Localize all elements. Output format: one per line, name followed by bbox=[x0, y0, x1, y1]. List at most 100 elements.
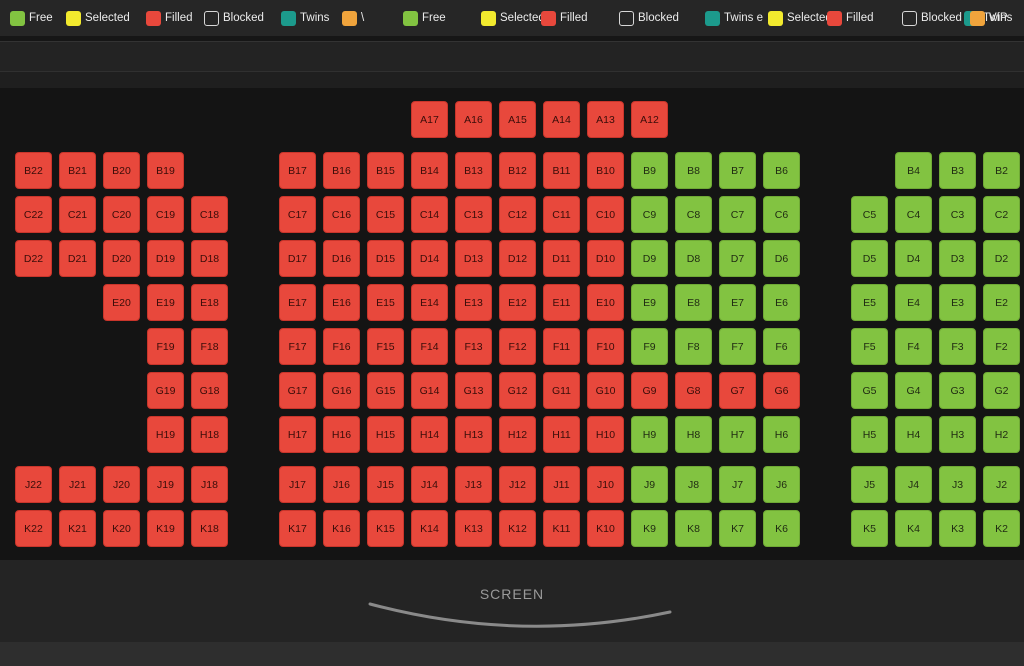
seat-f14[interactable]: F14 bbox=[411, 328, 448, 365]
seat-g9[interactable]: G9 bbox=[631, 372, 668, 409]
seat-b2[interactable]: B2 bbox=[983, 152, 1020, 189]
seat-g6[interactable]: G6 bbox=[763, 372, 800, 409]
seat-j15[interactable]: J15 bbox=[367, 466, 404, 503]
seat-j5[interactable]: J5 bbox=[851, 466, 888, 503]
seat-b19[interactable]: B19 bbox=[147, 152, 184, 189]
seat-g7[interactable]: G7 bbox=[719, 372, 756, 409]
seat-k11[interactable]: K11 bbox=[543, 510, 580, 547]
seat-h5[interactable]: H5 bbox=[851, 416, 888, 453]
seat-h7[interactable]: H7 bbox=[719, 416, 756, 453]
seat-g17[interactable]: G17 bbox=[279, 372, 316, 409]
seat-d6[interactable]: D6 bbox=[763, 240, 800, 277]
seat-b8[interactable]: B8 bbox=[675, 152, 712, 189]
seat-e19[interactable]: E19 bbox=[147, 284, 184, 321]
seat-h10[interactable]: H10 bbox=[587, 416, 624, 453]
seat-h2[interactable]: H2 bbox=[983, 416, 1020, 453]
seat-d5[interactable]: D5 bbox=[851, 240, 888, 277]
seat-h17[interactable]: H17 bbox=[279, 416, 316, 453]
seat-b11[interactable]: B11 bbox=[543, 152, 580, 189]
seat-e18[interactable]: E18 bbox=[191, 284, 228, 321]
seat-k5[interactable]: K5 bbox=[851, 510, 888, 547]
seat-k10[interactable]: K10 bbox=[587, 510, 624, 547]
seat-d9[interactable]: D9 bbox=[631, 240, 668, 277]
seat-c20[interactable]: C20 bbox=[103, 196, 140, 233]
seat-k13[interactable]: K13 bbox=[455, 510, 492, 547]
seat-d21[interactable]: D21 bbox=[59, 240, 96, 277]
seat-h18[interactable]: H18 bbox=[191, 416, 228, 453]
seat-b10[interactable]: B10 bbox=[587, 152, 624, 189]
seat-e10[interactable]: E10 bbox=[587, 284, 624, 321]
seat-f6[interactable]: F6 bbox=[763, 328, 800, 365]
seat-c14[interactable]: C14 bbox=[411, 196, 448, 233]
seat-j14[interactable]: J14 bbox=[411, 466, 448, 503]
seat-f4[interactable]: F4 bbox=[895, 328, 932, 365]
seat-e16[interactable]: E16 bbox=[323, 284, 360, 321]
seat-e13[interactable]: E13 bbox=[455, 284, 492, 321]
seat-h9[interactable]: H9 bbox=[631, 416, 668, 453]
seat-h4[interactable]: H4 bbox=[895, 416, 932, 453]
seat-f15[interactable]: F15 bbox=[367, 328, 404, 365]
seat-c16[interactable]: C16 bbox=[323, 196, 360, 233]
seat-b16[interactable]: B16 bbox=[323, 152, 360, 189]
seat-d11[interactable]: D11 bbox=[543, 240, 580, 277]
seat-k19[interactable]: K19 bbox=[147, 510, 184, 547]
seat-d20[interactable]: D20 bbox=[103, 240, 140, 277]
seat-h12[interactable]: H12 bbox=[499, 416, 536, 453]
seat-f2[interactable]: F2 bbox=[983, 328, 1020, 365]
seat-f9[interactable]: F9 bbox=[631, 328, 668, 365]
seat-j4[interactable]: J4 bbox=[895, 466, 932, 503]
seat-c22[interactable]: C22 bbox=[15, 196, 52, 233]
seat-j2[interactable]: J2 bbox=[983, 466, 1020, 503]
seat-j9[interactable]: J9 bbox=[631, 466, 668, 503]
seat-k3[interactable]: K3 bbox=[939, 510, 976, 547]
seat-d18[interactable]: D18 bbox=[191, 240, 228, 277]
seat-b3[interactable]: B3 bbox=[939, 152, 976, 189]
seat-j13[interactable]: J13 bbox=[455, 466, 492, 503]
seat-k7[interactable]: K7 bbox=[719, 510, 756, 547]
seat-j18[interactable]: J18 bbox=[191, 466, 228, 503]
seat-f19[interactable]: F19 bbox=[147, 328, 184, 365]
seat-e7[interactable]: E7 bbox=[719, 284, 756, 321]
seat-j8[interactable]: J8 bbox=[675, 466, 712, 503]
seat-c8[interactable]: C8 bbox=[675, 196, 712, 233]
seat-b20[interactable]: B20 bbox=[103, 152, 140, 189]
seat-c21[interactable]: C21 bbox=[59, 196, 96, 233]
seat-d19[interactable]: D19 bbox=[147, 240, 184, 277]
seat-c17[interactable]: C17 bbox=[279, 196, 316, 233]
seat-c7[interactable]: C7 bbox=[719, 196, 756, 233]
seat-j16[interactable]: J16 bbox=[323, 466, 360, 503]
seat-g12[interactable]: G12 bbox=[499, 372, 536, 409]
seat-e5[interactable]: E5 bbox=[851, 284, 888, 321]
seat-k6[interactable]: K6 bbox=[763, 510, 800, 547]
seat-g3[interactable]: G3 bbox=[939, 372, 976, 409]
seat-f16[interactable]: F16 bbox=[323, 328, 360, 365]
seat-b13[interactable]: B13 bbox=[455, 152, 492, 189]
seat-b15[interactable]: B15 bbox=[367, 152, 404, 189]
seat-j6[interactable]: J6 bbox=[763, 466, 800, 503]
seat-d15[interactable]: D15 bbox=[367, 240, 404, 277]
seat-c12[interactable]: C12 bbox=[499, 196, 536, 233]
seat-g18[interactable]: G18 bbox=[191, 372, 228, 409]
seat-b17[interactable]: B17 bbox=[279, 152, 316, 189]
seat-g8[interactable]: G8 bbox=[675, 372, 712, 409]
seat-h15[interactable]: H15 bbox=[367, 416, 404, 453]
seat-d3[interactable]: D3 bbox=[939, 240, 976, 277]
seat-j21[interactable]: J21 bbox=[59, 466, 96, 503]
seat-j17[interactable]: J17 bbox=[279, 466, 316, 503]
seat-a16[interactable]: A16 bbox=[455, 101, 492, 138]
seat-g14[interactable]: G14 bbox=[411, 372, 448, 409]
seat-h6[interactable]: H6 bbox=[763, 416, 800, 453]
seat-e4[interactable]: E4 bbox=[895, 284, 932, 321]
seat-d4[interactable]: D4 bbox=[895, 240, 932, 277]
seat-b14[interactable]: B14 bbox=[411, 152, 448, 189]
seat-k20[interactable]: K20 bbox=[103, 510, 140, 547]
seat-f13[interactable]: F13 bbox=[455, 328, 492, 365]
seat-d2[interactable]: D2 bbox=[983, 240, 1020, 277]
seat-e3[interactable]: E3 bbox=[939, 284, 976, 321]
seat-b12[interactable]: B12 bbox=[499, 152, 536, 189]
seat-j19[interactable]: J19 bbox=[147, 466, 184, 503]
seat-b4[interactable]: B4 bbox=[895, 152, 932, 189]
seat-d22[interactable]: D22 bbox=[15, 240, 52, 277]
seat-d17[interactable]: D17 bbox=[279, 240, 316, 277]
seat-j22[interactable]: J22 bbox=[15, 466, 52, 503]
